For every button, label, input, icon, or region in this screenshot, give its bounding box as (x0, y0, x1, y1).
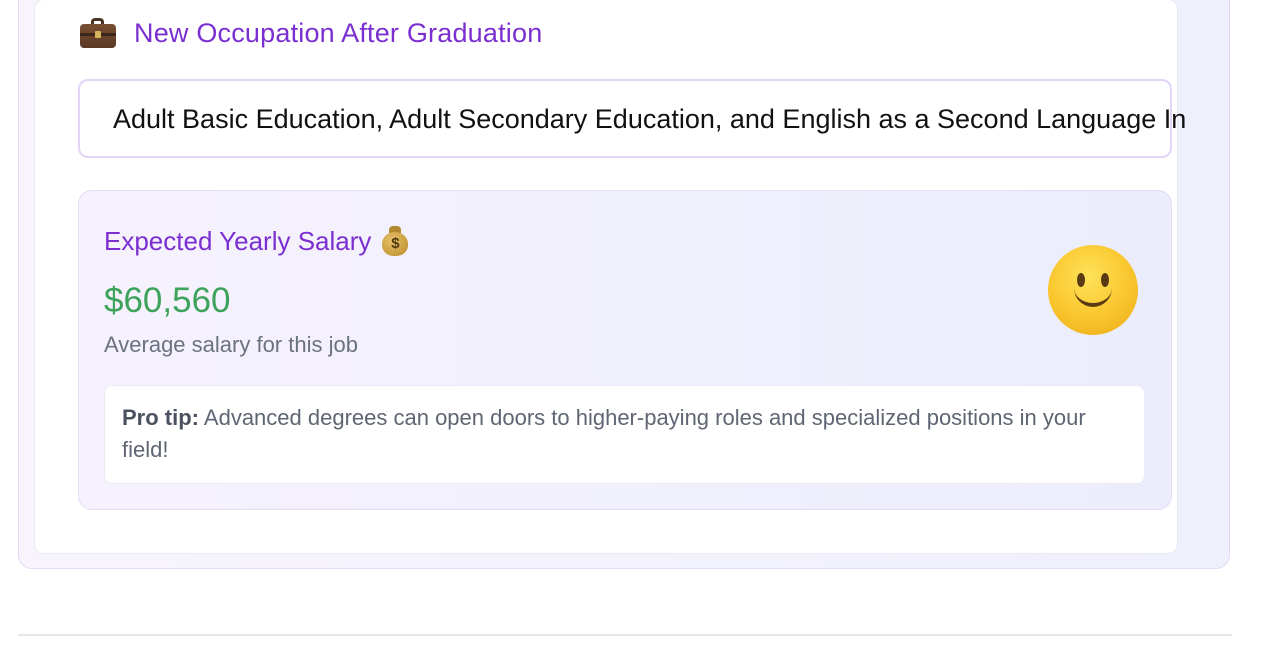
divider (18, 634, 1232, 636)
pro-tip-message: Advanced degrees can open doors to highe… (122, 405, 1086, 462)
salary-amount: $60,560 (104, 281, 231, 320)
pro-tip-text: Pro tip: Advanced degrees can open doors… (122, 402, 1122, 466)
occupation-section-header: New Occupation After Graduation (80, 14, 542, 52)
salary-title-label: Expected Yearly Salary (104, 225, 372, 256)
briefcase-icon (80, 18, 116, 48)
occupation-value: Adult Basic Education, Adult Secondary E… (113, 104, 1187, 134)
salary-title: Expected Yearly Salary $ (104, 224, 409, 258)
salary-caption: Average salary for this job (104, 332, 358, 357)
smiley-icon (1048, 245, 1138, 335)
pro-tip-label: Pro tip: (122, 405, 199, 430)
occupation-section-title: New Occupation After Graduation (134, 17, 543, 48)
moneybag-icon: $ (381, 224, 409, 258)
